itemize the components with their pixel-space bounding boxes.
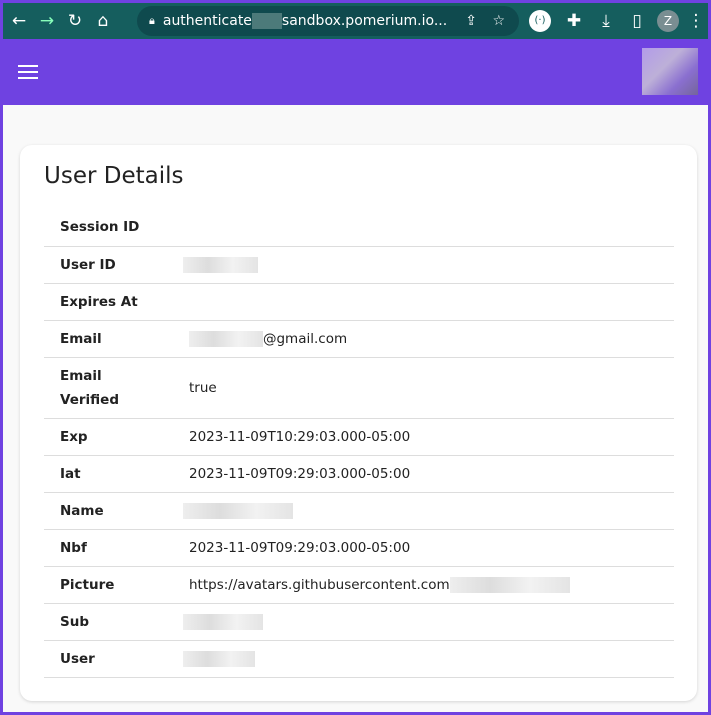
star-icon[interactable]: ☆ (492, 13, 505, 29)
browser-toolbar: ← → ↻ ⌂ 🔒︎ authenticate sandbox.pomerium… (3, 3, 708, 39)
table-row: User ID (44, 246, 674, 284)
address-bar[interactable]: 🔒︎ authenticate sandbox.pomerium.io... ⇪… (137, 6, 519, 36)
reload-icon[interactable]: ↻ (61, 11, 89, 31)
row-value-text: https://avatars.githubusercontent.com (188, 576, 450, 593)
row-value: 2023-11-09T10:29:03.000-05:00 (168, 418, 674, 456)
user-avatar[interactable] (642, 48, 698, 95)
row-value: true (168, 357, 674, 419)
row-key: Iat (44, 455, 169, 493)
url-prefix: authenticate (162, 13, 252, 29)
profile-avatar[interactable]: Z (657, 10, 679, 32)
row-value-text: @gmail.com (262, 330, 348, 347)
table-row: Exp 2023-11-09T10:29:03.000-05:00 (44, 418, 674, 456)
user-details-card: User Details Session ID User ID Expires At… (20, 145, 697, 701)
redacted-value (182, 650, 255, 667)
url-suffix: sandbox.pomerium.io... (281, 13, 448, 29)
table-row: Expires At (44, 283, 674, 321)
lock-icon: 🔒︎ (149, 14, 155, 27)
row-value: 2023-11-09T09:29:03.000-05:00 (168, 529, 674, 567)
table-row: Iat 2023-11-09T09:29:03.000-05:00 (44, 455, 674, 493)
app-bar (3, 39, 708, 105)
row-value: 2023-11-09T09:29:03.000-05:00 (168, 455, 674, 493)
redacted-value (449, 576, 570, 593)
row-key: Expires At (44, 283, 169, 321)
hamburger-menu-icon[interactable] (18, 65, 38, 79)
redacted-url (251, 13, 282, 29)
row-value (168, 283, 674, 321)
row-key: Name (44, 492, 169, 530)
row-value (168, 640, 674, 678)
table-row: Session ID (44, 209, 674, 247)
row-key: Picture (44, 566, 169, 604)
redacted-value (182, 613, 263, 630)
row-value (168, 603, 674, 641)
table-row: Picture https://avatars.githubusercontent… (44, 566, 674, 604)
row-value-text: true (188, 379, 217, 396)
download-icon[interactable]: ⤓ (592, 11, 620, 31)
main-content: User Details Session ID User ID Expires At… (3, 105, 708, 712)
row-value-text: 2023-11-09T09:29:03.000-05:00 (188, 465, 411, 482)
row-value-text: 2023-11-09T09:29:03.000-05:00 (188, 539, 411, 556)
row-value: https://avatars.githubusercontent.com (168, 566, 674, 604)
row-key: Sub (44, 603, 169, 641)
table-row: Sub (44, 603, 674, 641)
redacted-value (182, 502, 293, 519)
redacted-value (188, 330, 263, 347)
forward-icon[interactable]: → (33, 11, 61, 31)
user-details-table: Session ID User ID Expires At Email @gmail.c… (44, 209, 674, 678)
row-value (168, 209, 674, 247)
table-row: Email Verified true (44, 357, 674, 419)
home-icon[interactable]: ⌂ (89, 11, 117, 31)
page-title: User Details (44, 163, 184, 189)
table-row: Name (44, 492, 674, 530)
row-key: Exp (44, 418, 169, 456)
puzzle-icon[interactable]: ✚ (560, 11, 588, 31)
share-icon[interactable]: ⇪ (465, 13, 477, 29)
row-value: @gmail.com (168, 320, 674, 358)
back-icon[interactable]: ← (5, 11, 33, 31)
row-key: User ID (44, 246, 169, 284)
table-row: Email @gmail.com (44, 320, 674, 358)
row-value-text: 2023-11-09T10:29:03.000-05:00 (188, 428, 411, 445)
table-row: Nbf 2023-11-09T09:29:03.000-05:00 (44, 529, 674, 567)
row-key: Email (44, 320, 169, 358)
row-value (168, 492, 674, 530)
row-key: User (44, 640, 169, 678)
extension-icon[interactable]: (·) (529, 10, 551, 32)
row-value (168, 246, 674, 284)
sidepanel-icon[interactable]: ▯ (623, 11, 651, 31)
table-row: User (44, 640, 674, 678)
menu-dots-icon[interactable]: ⋮ (687, 11, 705, 31)
redacted-value (182, 256, 258, 273)
row-key: Session ID (44, 209, 169, 247)
row-key: Email Verified (44, 357, 169, 419)
row-key: Nbf (44, 529, 169, 567)
